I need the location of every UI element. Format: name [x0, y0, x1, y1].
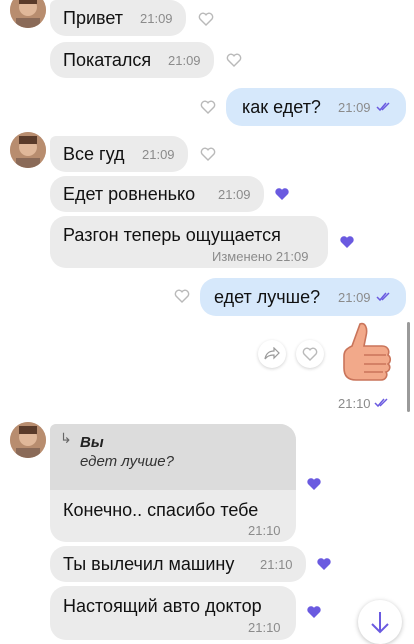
- message-bubble[interactable]: Все гуд 21:09: [50, 136, 188, 172]
- message-bubble[interactable]: Разгон теперь ощущается Изменено 21:09: [50, 216, 328, 268]
- message-time: 21:09: [168, 53, 201, 68]
- like-button[interactable]: [296, 340, 324, 368]
- message-time: 21:09: [140, 11, 173, 26]
- avatar[interactable]: [10, 422, 46, 458]
- message-text: Ты вылечил машину: [63, 554, 235, 574]
- message-time: 21:09: [142, 147, 175, 162]
- message-time: 21:10: [338, 396, 371, 411]
- message-bubble[interactable]: Едет ровненько 21:09: [50, 176, 264, 212]
- like-button[interactable]: [168, 282, 196, 310]
- message-bubble[interactable]: Привет 21:09: [50, 0, 186, 36]
- reply-author: Вы: [80, 434, 104, 451]
- message-bubble[interactable]: Покатался 21:09: [50, 42, 214, 78]
- like-button[interactable]: [194, 140, 222, 168]
- message-text: Конечно.. спасибо тебе: [63, 500, 259, 520]
- message-time: 21:10: [260, 557, 293, 572]
- like-button[interactable]: [268, 180, 296, 208]
- scroll-to-bottom-button[interactable]: [358, 600, 402, 644]
- message-edited-time: Изменено 21:09: [212, 249, 309, 264]
- message-text: едет лучше?: [214, 287, 321, 307]
- thumbs-up-sticker[interactable]: [338, 320, 394, 386]
- message-time: 21:09: [218, 187, 251, 202]
- read-ticks-icon: [376, 102, 390, 112]
- avatar[interactable]: [10, 0, 46, 28]
- message-time: 21:10: [248, 523, 281, 538]
- message-text: Настоящий авто доктор: [63, 596, 262, 616]
- scrollbar[interactable]: [407, 322, 410, 412]
- message-text: Привет: [63, 8, 124, 28]
- like-button[interactable]: [300, 470, 328, 498]
- message-text: Покатался: [63, 50, 152, 70]
- like-button[interactable]: [333, 228, 361, 256]
- message-text: как едет?: [242, 97, 321, 117]
- like-button[interactable]: [310, 550, 338, 578]
- message-bubble[interactable]: ↳ Вы едет лучше? Конечно.. спасибо тебе …: [50, 424, 296, 542]
- arrow-down-icon: [371, 612, 389, 634]
- message-text: Все гуд: [63, 144, 125, 164]
- like-button[interactable]: [220, 46, 248, 74]
- message-bubble[interactable]: Ты вылечил машину 21:10: [50, 546, 306, 582]
- reply-quote[interactable]: ↳ Вы едет лучше?: [50, 424, 296, 490]
- message-time: 21:09: [338, 100, 371, 115]
- read-ticks-icon: [374, 398, 388, 408]
- read-ticks-icon: [376, 292, 390, 302]
- message-bubble[interactable]: едет лучше? 21:09: [200, 278, 406, 316]
- message-bubble[interactable]: как едет? 21:09: [226, 88, 406, 126]
- share-button[interactable]: [258, 340, 286, 368]
- like-button[interactable]: [194, 93, 222, 121]
- message-bubble[interactable]: Настоящий авто доктор 21:10: [50, 586, 296, 640]
- message-time: 21:09: [338, 290, 371, 305]
- reply-arrow-icon: ↳: [60, 430, 72, 446]
- like-button[interactable]: [300, 598, 328, 626]
- message-time: 21:10: [248, 620, 281, 635]
- avatar[interactable]: [10, 132, 46, 168]
- message-text: Разгон теперь ощущается: [63, 225, 281, 245]
- reply-text: едет лучше?: [80, 453, 174, 470]
- like-button[interactable]: [192, 5, 220, 33]
- message-text: Едет ровненько: [63, 184, 196, 204]
